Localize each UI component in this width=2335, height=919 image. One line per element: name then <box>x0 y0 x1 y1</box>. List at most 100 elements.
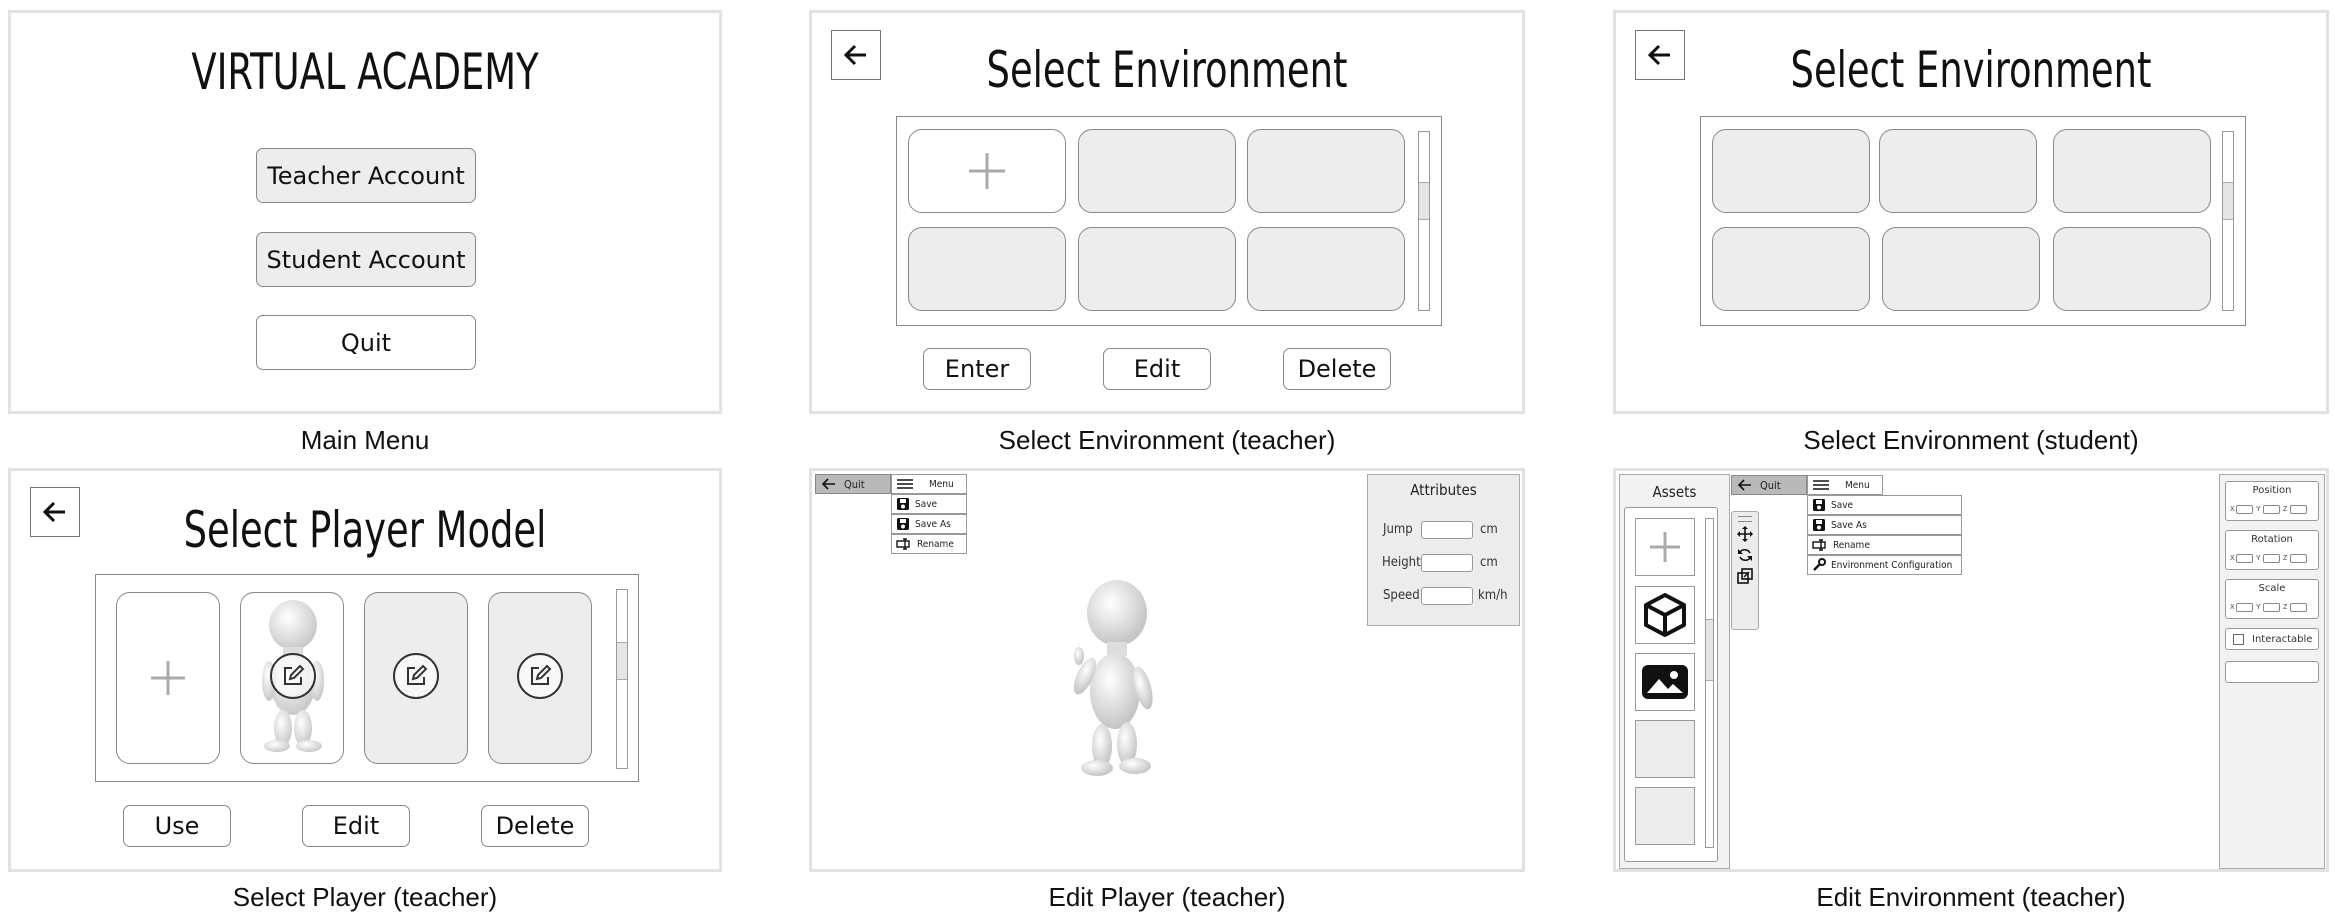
grid-scrollbar[interactable] <box>616 589 628 769</box>
page-title: Select Environment <box>1790 41 2152 99</box>
back-button[interactable] <box>831 30 881 80</box>
enter-button[interactable]: Enter <box>923 348 1031 390</box>
scrollbar-thumb[interactable] <box>1706 619 1713 681</box>
interactable-toggle[interactable]: Interactable <box>2225 628 2319 650</box>
environment-tile[interactable] <box>1247 227 1405 311</box>
axis-x: X <box>2230 506 2235 513</box>
scale-y-input[interactable] <box>2263 603 2280 612</box>
teacher-account-button[interactable]: Teacher Account <box>256 148 476 203</box>
menu-button[interactable]: Menu <box>1807 475 1883 495</box>
asset-scrollbar[interactable] <box>1705 518 1714 848</box>
select-player-screen: Select Player Model Use Edit Delete <box>8 468 722 872</box>
delete-button[interactable]: Delete <box>481 805 589 847</box>
back-arrow-icon <box>1738 479 1751 491</box>
environment-tile[interactable] <box>2053 129 2211 213</box>
student-account-button[interactable]: Student Account <box>256 232 476 287</box>
position-z-input[interactable] <box>2290 505 2307 514</box>
jump-input[interactable] <box>1421 521 1473 539</box>
plus-icon <box>151 661 185 695</box>
edit-icon <box>531 664 552 685</box>
menu-item-label: Save <box>1831 499 1854 511</box>
menu-item-label: Rename <box>1833 539 1870 551</box>
player-model-tile[interactable] <box>240 592 344 764</box>
environment-tile[interactable] <box>1882 227 2040 311</box>
rotation-y-input[interactable] <box>2263 554 2280 563</box>
environment-tile[interactable] <box>1879 129 2037 213</box>
quit-button[interactable]: Quit <box>256 315 476 370</box>
menu-item-save-as[interactable]: Save As <box>891 514 967 534</box>
toolbar-grip[interactable] <box>1738 516 1752 522</box>
delete-button[interactable]: Delete <box>1283 348 1391 390</box>
scale-z-input[interactable] <box>2290 603 2307 612</box>
scale-x-input[interactable] <box>2236 603 2253 612</box>
scale-icon[interactable] <box>1737 568 1753 584</box>
environment-tile[interactable] <box>908 227 1066 311</box>
player-model-tile[interactable] <box>364 592 468 764</box>
rotation-z-input[interactable] <box>2290 554 2307 563</box>
select-env-student-screen: Select Environment <box>1613 10 2329 414</box>
position-y-input[interactable] <box>2263 505 2280 514</box>
axis-z: Z <box>2283 506 2288 513</box>
quit-button[interactable]: Quit <box>815 474 891 494</box>
quit-button[interactable]: Quit <box>1731 475 1807 495</box>
environment-tile[interactable] <box>1078 129 1236 213</box>
environment-grid <box>896 116 1442 326</box>
asset-tile[interactable] <box>1635 720 1695 778</box>
cube-icon <box>1644 593 1686 637</box>
move-icon[interactable] <box>1737 526 1753 542</box>
environment-tile[interactable] <box>1712 227 1870 311</box>
page-title: Select Environment <box>986 41 1348 99</box>
asset-tile-image[interactable] <box>1635 653 1695 711</box>
menu-item-save-as[interactable]: Save As <box>1807 515 1962 535</box>
menu-item-save[interactable]: Save <box>891 494 967 514</box>
position-group: Position X Y Z <box>2225 481 2319 521</box>
grid-scrollbar[interactable] <box>2222 131 2234 311</box>
menu-item-rename[interactable]: Rename <box>891 534 967 554</box>
edit-button[interactable]: Edit <box>1103 348 1211 390</box>
speed-input[interactable] <box>1421 587 1473 605</box>
edit-icon <box>284 664 305 685</box>
assets-title: Assets <box>1652 483 1697 501</box>
interactable-checkbox[interactable] <box>2233 634 2244 645</box>
back-arrow-icon <box>42 501 65 523</box>
add-player-tile[interactable] <box>116 592 220 764</box>
grid-scrollbar[interactable] <box>1418 131 1430 311</box>
edit-player-button[interactable] <box>517 653 563 699</box>
menu-item-save[interactable]: Save <box>1807 495 1962 515</box>
player-figure <box>1073 580 1153 776</box>
add-asset-tile[interactable] <box>1635 518 1695 576</box>
position-x-input[interactable] <box>2236 505 2253 514</box>
rotation-x-input[interactable] <box>2236 554 2253 563</box>
environment-tile[interactable] <box>2053 227 2211 311</box>
environment-tile[interactable] <box>1247 129 1405 213</box>
axis-z: Z <box>2283 555 2288 562</box>
height-unit: cm <box>1480 555 1498 570</box>
environment-tile[interactable] <box>1712 129 1870 213</box>
attributes-panel: Attributes Jump cm Height cm Speed km/h <box>1367 474 1520 626</box>
environment-tile[interactable] <box>1078 227 1236 311</box>
edit-button[interactable]: Edit <box>302 805 410 847</box>
edit-player-button[interactable] <box>270 653 316 699</box>
properties-panel: Position X Y Z Rotation X Y Z Scale X Y … <box>2219 474 2325 869</box>
add-environment-tile[interactable] <box>908 129 1066 213</box>
menu-button[interactable]: Menu <box>891 474 967 494</box>
page-title: Select Player Model <box>183 501 547 559</box>
back-button[interactable] <box>30 487 80 537</box>
menu-item-rename[interactable]: Rename <box>1807 535 1962 555</box>
asset-tile[interactable] <box>1635 787 1695 845</box>
player-model-tile[interactable] <box>488 592 592 764</box>
menu-item-environment-configuration[interactable]: Environment Configuration <box>1807 555 1962 575</box>
environment-grid <box>1700 116 2246 326</box>
asset-tile-cube[interactable] <box>1635 586 1695 644</box>
property-input[interactable] <box>2225 661 2319 683</box>
scrollbar-thumb[interactable] <box>1419 182 1429 220</box>
scrollbar-thumb[interactable] <box>617 642 627 680</box>
back-button[interactable] <box>1635 30 1685 80</box>
edit-player-button[interactable] <box>393 653 439 699</box>
hamburger-icon <box>897 479 913 489</box>
scrollbar-thumb[interactable] <box>2223 182 2233 220</box>
scale-label: Scale <box>2258 583 2286 594</box>
height-input[interactable] <box>1421 554 1473 572</box>
rotate-icon[interactable] <box>1737 547 1753 563</box>
use-button[interactable]: Use <box>123 805 231 847</box>
